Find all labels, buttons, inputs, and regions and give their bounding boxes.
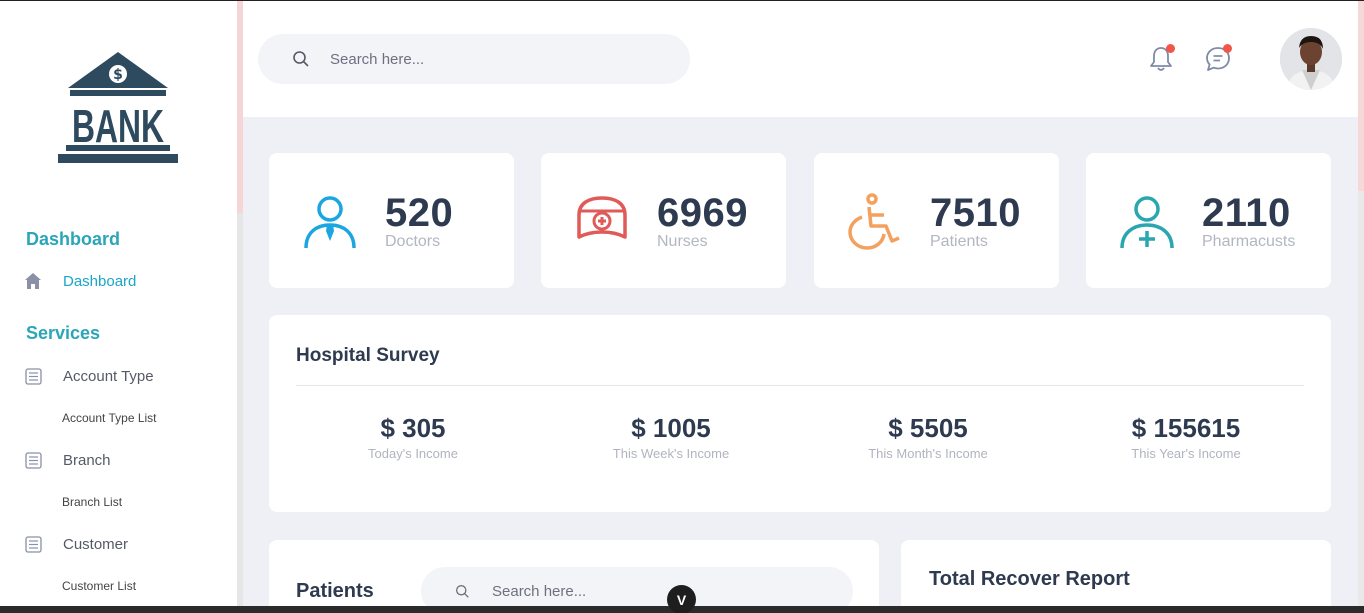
header-search-input[interactable]: Search here... — [330, 51, 424, 68]
sidebar-section-services: Services — [26, 323, 101, 343]
stat-value: 2110 — [1202, 191, 1291, 235]
income-caption: This Month's Income — [868, 446, 988, 461]
home-icon — [24, 272, 42, 290]
stat-card-nurses[interactable]: 6969 Nurses — [541, 153, 786, 288]
patients-card: Patients Search here... — [269, 540, 879, 606]
bank-logo-icon[interactable]: $ BANK — [56, 50, 180, 166]
income-caption: This Week's Income — [612, 446, 730, 461]
stat-label: Patients — [930, 233, 988, 250]
scroll-down-button[interactable]: V — [667, 585, 696, 613]
sidebar-subitem-customer-list[interactable]: Customer List — [62, 579, 136, 593]
income-today: $ 305 Today's Income — [288, 413, 538, 461]
sidebar-item-customer[interactable]: Customer — [24, 533, 128, 555]
income-caption: This Year's Income — [1131, 446, 1241, 461]
user-plus-icon — [1120, 196, 1174, 249]
sidebar-item-account-type[interactable]: Account Type — [24, 365, 154, 387]
sidebar-item-dashboard[interactable]: Dashboard — [24, 270, 136, 292]
sidebar-item-label: Dashboard — [63, 272, 137, 290]
stat-card-doctors[interactable]: 520 Doctors — [269, 153, 514, 288]
logo-text: BANK — [72, 100, 164, 152]
stat-value: 7510 — [930, 191, 1021, 235]
stat-card-patients[interactable]: 7510 Patients — [814, 153, 1059, 288]
search-icon — [293, 51, 309, 67]
patients-search-bar[interactable]: Search here... — [421, 567, 853, 606]
sidebar-item-label: Customer — [63, 535, 129, 553]
divider — [296, 385, 1304, 386]
sidebar-subitem-account-type-list[interactable]: Account Type List — [62, 411, 157, 425]
income-month: $ 5505 This Month's Income — [803, 413, 1053, 461]
patients-title: Patients — [296, 580, 374, 602]
messages-button[interactable] — [1204, 44, 1232, 73]
notification-badge — [1166, 44, 1175, 53]
header-search-bar[interactable]: Search here... — [258, 34, 690, 84]
stat-label: Pharmacusts — [1202, 233, 1296, 250]
stat-label: Nurses — [657, 233, 708, 250]
main-scrollbar[interactable] — [1358, 1, 1364, 606]
hospital-survey-card: Hospital Survey $ 305 Today's Income $ 1… — [269, 315, 1331, 512]
stat-card-pharmacists[interactable]: 2110 Pharmacusts — [1086, 153, 1331, 288]
svg-text:$: $ — [113, 67, 123, 83]
sidebar-subitem-branch-list[interactable]: Branch List — [62, 495, 122, 509]
top-header: Search here... — [243, 1, 1358, 117]
list-icon — [24, 535, 42, 553]
list-icon — [24, 451, 42, 469]
messages-badge — [1223, 44, 1232, 53]
doctor-icon — [304, 196, 356, 249]
income-amount: $ 155615 — [1131, 413, 1241, 443]
survey-title: Hospital Survey — [296, 345, 440, 366]
income-amount: $ 5505 — [888, 413, 968, 443]
stat-value: 6969 — [657, 191, 748, 235]
list-icon — [24, 367, 42, 385]
main-content: Search here... 520 Doctors 6969 Nurses 7… — [243, 1, 1358, 606]
wheelchair-icon — [848, 193, 900, 250]
sidebar-item-label: Branch — [63, 451, 111, 469]
income-week: $ 1005 This Week's Income — [546, 413, 796, 461]
stat-value: 520 — [385, 191, 454, 235]
sidebar: $ BANK Dashboard Dashboard Services Acco… — [0, 1, 237, 606]
sidebar-item-branch[interactable]: Branch — [24, 449, 111, 471]
main-scrollbar-thumb[interactable] — [1358, 1, 1364, 191]
sidebar-section-dashboard: Dashboard — [26, 229, 121, 249]
notification-button[interactable] — [1147, 44, 1175, 73]
income-year: $ 155615 This Year's Income — [1061, 413, 1311, 461]
search-icon — [456, 584, 469, 598]
recover-report-card: Total Recover Report — [901, 540, 1331, 606]
sidebar-item-label: Account Type — [63, 367, 154, 385]
stat-label: Doctors — [385, 233, 441, 250]
income-amount: $ 305 — [380, 413, 446, 443]
income-caption: Today's Income — [368, 446, 458, 461]
user-avatar[interactable] — [1280, 28, 1342, 90]
recover-report-title: Total Recover Report — [929, 568, 1130, 590]
nurse-cap-icon — [577, 196, 627, 239]
patients-search-input[interactable]: Search here... — [492, 583, 586, 600]
income-amount: $ 1005 — [631, 413, 711, 443]
